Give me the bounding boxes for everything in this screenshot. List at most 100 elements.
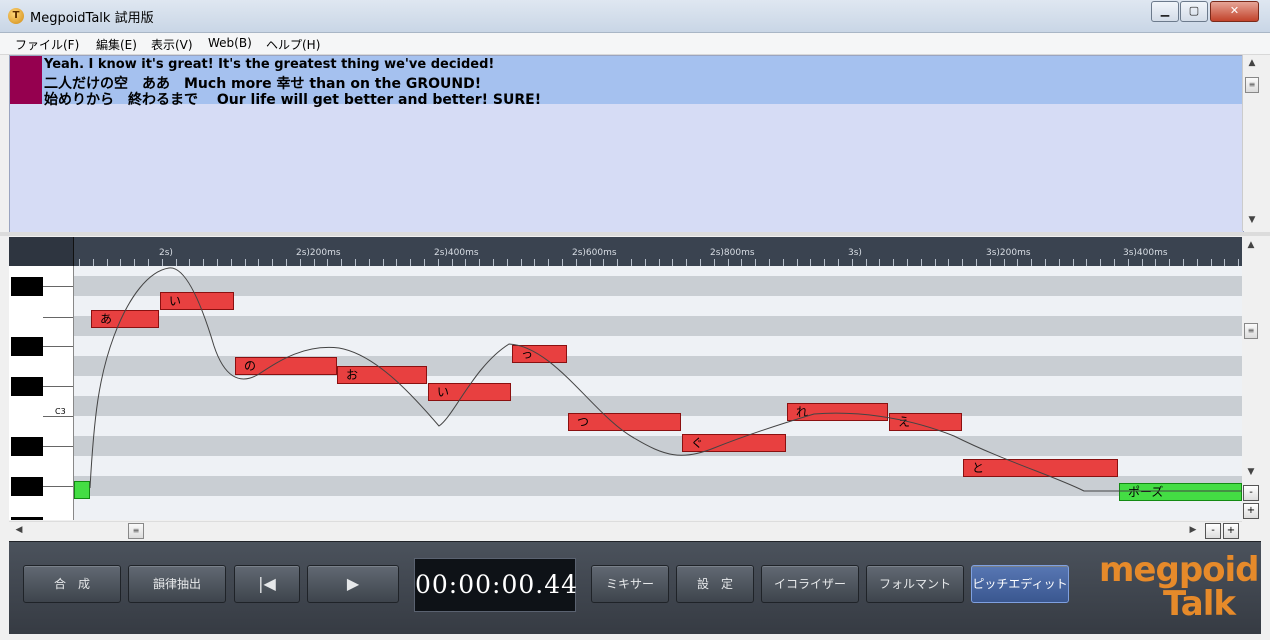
lyric-line-1[interactable]: Yeah. I know it's great! It's the greate… (44, 57, 494, 72)
piano-black-key[interactable] (11, 337, 43, 356)
scroll-down-icon[interactable]: ▼ (1244, 215, 1260, 225)
ruler-tick (1100, 259, 1101, 266)
scroll-thumb[interactable]: ≡ (128, 523, 144, 539)
scroll-left-icon[interactable]: ◀ (11, 525, 27, 535)
menu-view[interactable]: 表示(V) (151, 36, 193, 53)
ruler-tick (603, 259, 604, 266)
ruler-tick (1086, 259, 1087, 266)
ruler-tick (852, 259, 853, 266)
menu-file[interactable]: ファイル(F) (15, 36, 79, 53)
ruler-tick (1211, 259, 1212, 266)
lyric-line-3[interactable]: 始めりから 終わるまで Our life will get better and… (44, 89, 541, 109)
zoom-in-horizontal-button[interactable]: + (1223, 523, 1239, 539)
piano-black-key[interactable] (11, 277, 43, 296)
lyrics-editor[interactable]: Yeah. I know it's great! It's the greate… (9, 55, 1244, 233)
formant-button[interactable]: フォルマント (866, 565, 964, 603)
pitch-curve[interactable] (74, 266, 1242, 520)
menu-help[interactable]: ヘルプ(H) (266, 36, 320, 53)
key-divider (43, 486, 73, 487)
ruler-label: 3s)400ms (1123, 248, 1168, 258)
scroll-thumb[interactable]: ≡ (1244, 323, 1258, 339)
megpoid-talk-logo: megpoid Talk (1099, 550, 1260, 628)
note-grid[interactable]: あ い の お い っ つ ぐ れ え と ポーズ (74, 266, 1242, 520)
piano-black-key[interactable] (11, 437, 43, 456)
minimize-button[interactable]: ▁ (1151, 1, 1179, 22)
maximize-button[interactable]: ▢ (1180, 1, 1208, 22)
window-title: MegpoidTalk 試用版 (30, 11, 154, 26)
ruler-tick (1169, 259, 1170, 266)
piano-black-key[interactable] (11, 477, 43, 496)
ruler-tick (148, 259, 149, 266)
ruler-tick (562, 259, 563, 266)
zoom-in-vertical-button[interactable]: + (1243, 503, 1259, 519)
menu-web[interactable]: Web(B) (208, 36, 252, 50)
rewind-to-start-button[interactable]: |◀ (234, 565, 300, 603)
zoom-out-vertical-button[interactable]: - (1243, 485, 1259, 501)
play-button[interactable]: ▶ (307, 565, 399, 603)
scroll-thumb[interactable]: ≡ (1245, 77, 1259, 93)
menu-edit[interactable]: 編集(E) (96, 36, 137, 53)
ruler-tick (410, 259, 411, 266)
scroll-down-icon[interactable]: ▼ (1243, 467, 1259, 477)
piano-keyboard[interactable]: C3 (9, 266, 74, 520)
time-display: 00:00:00.44 (414, 558, 577, 612)
ruler-tick (576, 259, 577, 266)
ruler-tick (534, 259, 535, 266)
ruler-tick (686, 259, 687, 266)
scroll-right-icon[interactable]: ▶ (1185, 525, 1201, 535)
scroll-up-icon[interactable]: ▲ (1244, 58, 1260, 68)
ruler-tick (1114, 259, 1115, 266)
ruler-tick (962, 259, 963, 266)
ruler-tick (631, 259, 632, 266)
ruler-tick (907, 259, 908, 266)
scroll-up-icon[interactable]: ▲ (1243, 240, 1259, 250)
roll-vertical-scrollbar[interactable]: ▲ ≡ ▼ - + (1242, 237, 1260, 520)
roll-horizontal-scrollbar[interactable]: ◀ ≡ ▶ - + (9, 521, 1242, 540)
ruler-tick (617, 259, 618, 266)
ruler-tick (383, 259, 384, 266)
piano-black-key[interactable] (11, 377, 43, 396)
pane-splitter[interactable] (0, 232, 1270, 236)
ruler-label: 3s)200ms (986, 248, 1031, 258)
ruler-corner (9, 237, 74, 266)
logo-text-talk: Talk (1163, 584, 1236, 624)
ruler-tick (176, 259, 177, 266)
ruler-tick (189, 259, 190, 266)
ruler-tick (438, 259, 439, 266)
ruler-tick (548, 259, 549, 266)
ruler-label: 2s) (159, 248, 173, 258)
settings-button[interactable]: 設 定 (676, 565, 754, 603)
ruler-tick (245, 259, 246, 266)
zoom-out-horizontal-button[interactable]: - (1205, 523, 1221, 539)
close-button[interactable]: ✕ (1210, 1, 1259, 22)
ruler-tick (1142, 259, 1143, 266)
pitch-edit-button[interactable]: ピッチエディット (971, 565, 1069, 603)
ruler-tick (879, 259, 880, 266)
ruler-tick (134, 259, 135, 266)
ruler-tick (314, 259, 315, 266)
ruler-tick (231, 259, 232, 266)
lyrics-scrollbar[interactable]: ▲ ≡ ▼ (1242, 55, 1261, 231)
piano-black-key[interactable] (11, 517, 43, 520)
ruler-tick (755, 259, 756, 266)
ruler-tick (341, 259, 342, 266)
equalizer-button[interactable]: イコライザー (761, 565, 859, 603)
key-divider (43, 416, 73, 417)
ruler-tick (769, 259, 770, 266)
ruler-tick (396, 259, 397, 266)
time-ruler[interactable]: 2s) 2s)200ms 2s)400ms 2s)600ms 2s)800ms … (9, 237, 1242, 266)
ruler-tick (590, 259, 591, 266)
ruler-tick (1197, 259, 1198, 266)
mixer-button[interactable]: ミキサー (591, 565, 669, 603)
ruler-tick (327, 259, 328, 266)
ruler-tick (976, 259, 977, 266)
ruler-tick (1183, 259, 1184, 266)
piano-roll[interactable]: 2s) 2s)200ms 2s)400ms 2s)600ms 2s)800ms … (9, 237, 1242, 520)
ruler-tick (507, 259, 508, 266)
synthesize-button[interactable]: 合 成 (23, 565, 121, 603)
ruler-tick (300, 259, 301, 266)
ruler-tick (700, 259, 701, 266)
prosody-extract-button[interactable]: 韻律抽出 (128, 565, 226, 603)
ruler-tick (452, 259, 453, 266)
ruler-tick (93, 259, 94, 266)
